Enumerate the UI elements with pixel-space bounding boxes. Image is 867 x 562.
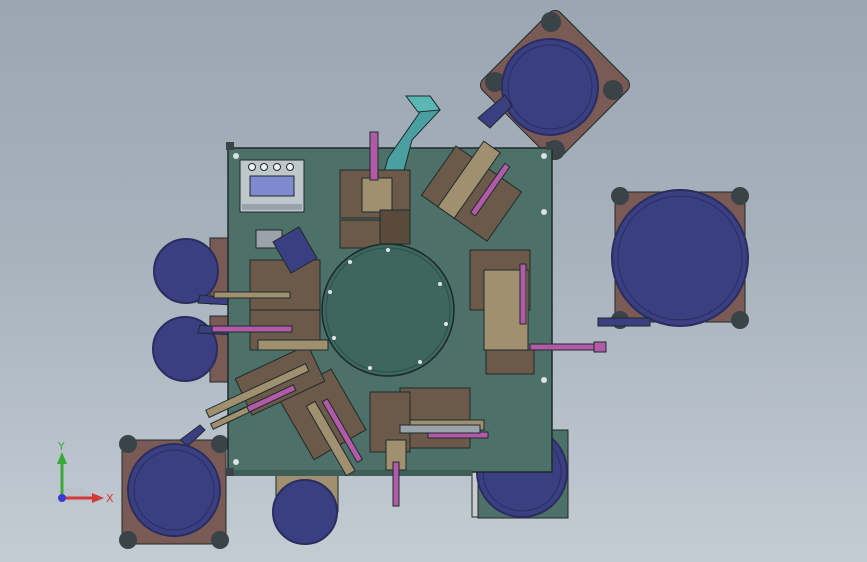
- feeder-bowl-bottom-center[interactable]: [272, 471, 339, 545]
- feeder-bowl-top-right[interactable]: [477, 7, 633, 163]
- foot-icon: [731, 187, 749, 205]
- assembly-model[interactable]: [0, 0, 867, 562]
- feeder-bowl-right[interactable]: [597, 187, 749, 329]
- panel-button-icon: [273, 163, 281, 171]
- z-axis-icon: [58, 494, 66, 502]
- y-axis-label: Y: [57, 440, 65, 453]
- foot-icon: [731, 311, 749, 329]
- control-panel-icon[interactable]: [239, 159, 305, 213]
- cad-graphics-viewport[interactable]: Y X: [0, 0, 867, 562]
- foot-icon: [119, 531, 137, 549]
- foot-icon: [603, 80, 623, 100]
- rotary-dial-table[interactable]: [321, 243, 455, 377]
- station-bottom[interactable]: [369, 391, 411, 507]
- x-axis-arrow-icon: [92, 493, 104, 503]
- panel-button-icon: [248, 163, 256, 171]
- y-axis-arrow-icon: [57, 452, 67, 464]
- foot-icon: [611, 187, 629, 205]
- foot-icon: [211, 435, 229, 453]
- feeder-bowl-bottom-left[interactable]: [119, 424, 229, 549]
- foot-icon: [541, 12, 561, 32]
- coordinate-triad[interactable]: Y X: [40, 430, 130, 520]
- slide-rail: [399, 424, 481, 434]
- panel-button-icon: [260, 163, 268, 171]
- foot-icon: [211, 531, 229, 549]
- x-axis-label: X: [106, 492, 114, 505]
- panel-button-icon: [286, 163, 294, 171]
